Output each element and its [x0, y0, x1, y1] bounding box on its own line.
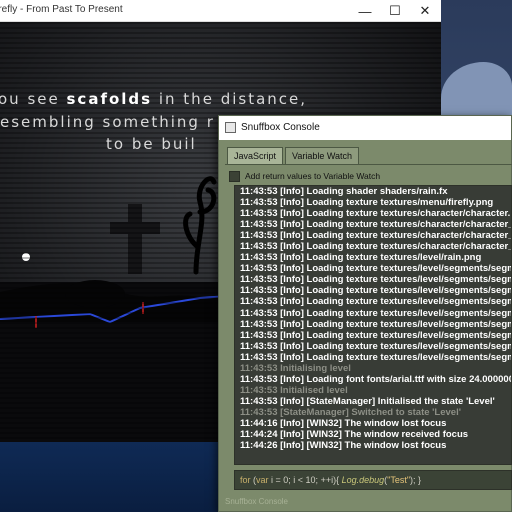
story-text-line-1: ou see scafolds in the distance, — [0, 90, 308, 108]
return-values-checkbox[interactable] — [229, 170, 240, 182]
log-line: 11:43:53 [Info] Loading texture textures… — [240, 241, 512, 253]
log-line: 11:43:53 [Info] Loading texture textures… — [240, 219, 512, 231]
console-app-icon — [225, 122, 236, 133]
log-line: 11:43:53 [Info] Loading font fonts/arial… — [240, 373, 512, 385]
log-line: 11:44:26 [Info] [WIN32] The window lost … — [240, 440, 447, 452]
story-emphasis: scafolds — [66, 90, 153, 108]
console-titlebar[interactable]: Snuffbox Console — [219, 116, 511, 140]
log-line: 11:43:53 [Info] Loading texture textures… — [240, 296, 512, 308]
log-line: 11:43:53 [Info] Loading texture textures… — [240, 208, 512, 220]
log-line: 11:43:53 [Info] Loading texture textures… — [240, 252, 482, 264]
log-line: 11:43:53 Initialised level — [240, 384, 348, 396]
log-line: 11:43:53 [Info] Loading texture textures… — [240, 307, 512, 319]
return-values-label: Add return values to Variable Watch — [245, 171, 381, 181]
game-titlebar[interactable]: Firefly - From Past To Present — ☐ ✕ — [0, 0, 441, 22]
tab-javascript[interactable]: JavaScript — [227, 147, 284, 164]
return-values-option[interactable]: Add return values to Variable Watch — [229, 170, 380, 182]
log-line: 11:43:53 [Info] Loading texture textures… — [240, 197, 494, 209]
log-line: 11:43:53 [Info] Loading texture textures… — [240, 230, 512, 242]
log-line: 11:43:53 [Info] Loading texture textures… — [240, 340, 512, 352]
tab-variable-watch[interactable]: Variable Watch — [285, 147, 360, 164]
log-line: 11:44:24 [Info] [WIN32] The window recei… — [240, 429, 469, 441]
minimize-button[interactable]: — — [350, 0, 380, 22]
log-line: 11:43:53 [Info] Loading shader shaders/r… — [240, 186, 448, 197]
game-window-title: Firefly - From Past To Present — [0, 4, 123, 15]
maximize-button[interactable]: ☐ — [380, 0, 410, 22]
close-button[interactable]: ✕ — [410, 0, 440, 22]
log-line: 11:43:53 [Info] Loading texture textures… — [240, 274, 512, 286]
log-line: 11:43:53 [StateManager] Switched to stat… — [240, 406, 461, 418]
log-line: 11:44:16 [Info] [WIN32] The window lost … — [240, 417, 447, 429]
console-tabs: JavaScript Variable Watch — [227, 147, 361, 164]
story-text-line-2: esembling something r — [0, 113, 215, 131]
console-status: Snuffbox Console — [225, 497, 289, 506]
console-log[interactable]: 11:43:53 [Info] Loading shader shaders/r… — [234, 185, 512, 465]
log-line: 11:43:53 [Info] Loading texture textures… — [240, 351, 512, 363]
log-line: 11:43:53 [Info] Loading texture textures… — [240, 263, 512, 275]
script-input[interactable]: for (var i = 0; i < 10; ++i){ Log.debug(… — [234, 470, 512, 490]
log-line: 11:43:53 [Info] Loading texture textures… — [240, 329, 512, 341]
desktop-wallpaper-hill — [441, 62, 512, 122]
story-text-line-3: to be buil — [106, 135, 197, 153]
log-line: 11:43:53 Initialising level — [240, 362, 351, 374]
console-title: Snuffbox Console — [241, 122, 320, 133]
log-line: 11:43:53 [Info] Loading texture textures… — [240, 285, 512, 297]
log-line: 11:43:53 [Info] Loading texture textures… — [240, 318, 512, 330]
log-line: 11:43:53 [Info] [StateManager] Initialis… — [240, 395, 495, 407]
